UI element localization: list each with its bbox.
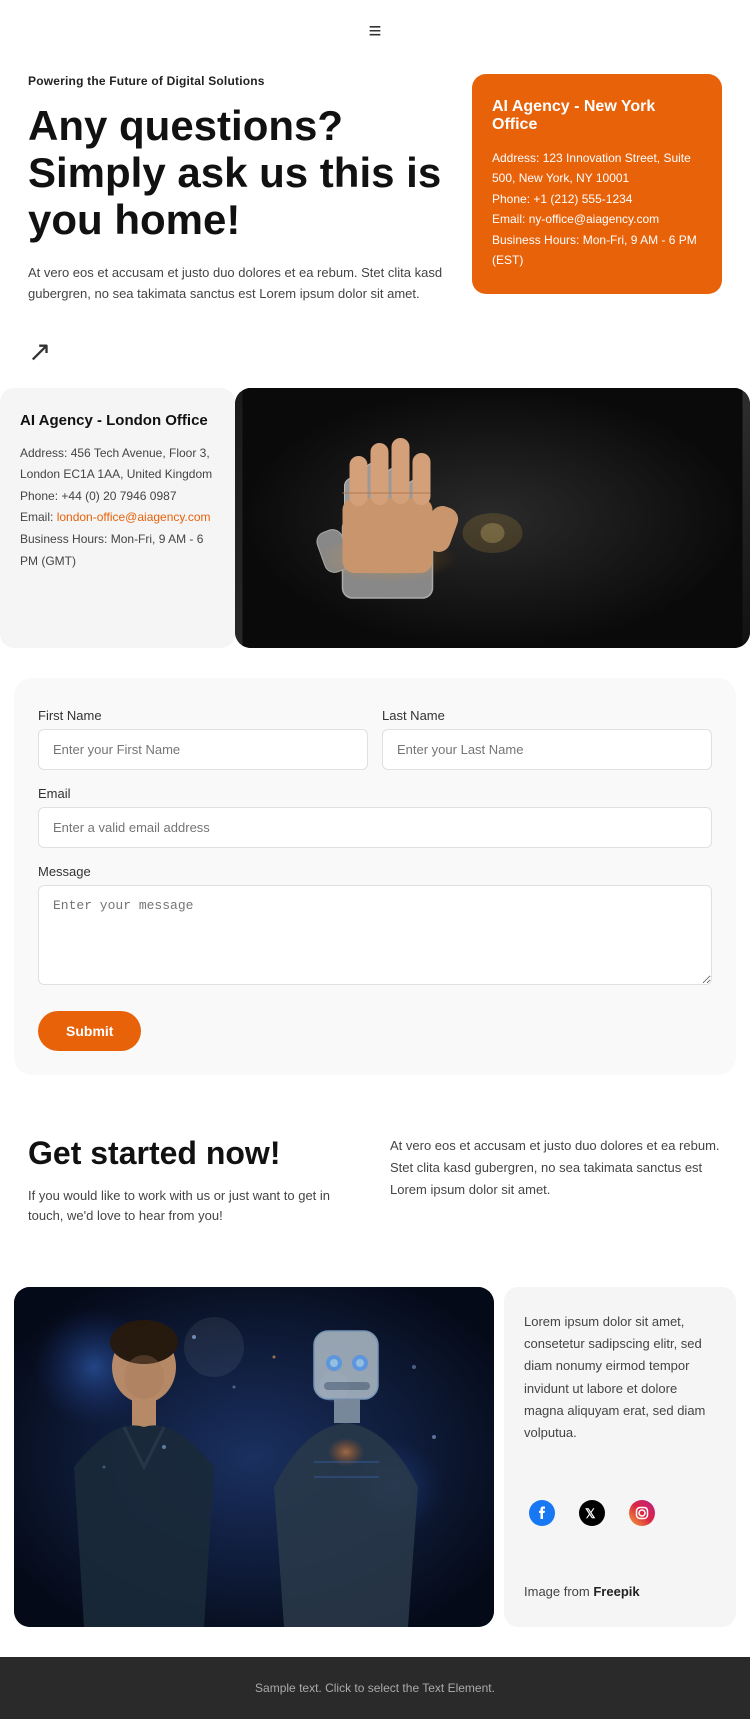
ny-office-card: AI Agency - New York Office Address: 123… — [472, 74, 722, 294]
footer-text: Sample text. Click to select the Text El… — [24, 1681, 726, 1695]
get-started-left-text: If you would like to work with us or jus… — [28, 1186, 360, 1228]
bottom-card-text: Lorem ipsum dolor sit amet, consetetur s… — [524, 1311, 716, 1444]
get-started-section: Get started now! If you would like to wo… — [0, 1095, 750, 1248]
ny-office-title: AI Agency - New York Office — [492, 98, 702, 134]
navigation: ≡ — [0, 0, 750, 54]
last-name-group: Last Name — [382, 708, 712, 770]
ai-human-svg — [14, 1287, 494, 1627]
social-icons-row: 𝕏 — [524, 1495, 716, 1531]
freepik-credit: Image from Freepik — [524, 1581, 716, 1603]
get-started-right-text: At vero eos et accusam et justo duo dolo… — [390, 1135, 722, 1201]
ny-office-details: Address: 123 Innovation Street, Suite 50… — [492, 148, 702, 270]
get-started-heading: Get started now! — [28, 1135, 360, 1172]
hero-description: At vero eos et accusam et justo duo dolo… — [28, 263, 452, 305]
message-textarea[interactable] — [38, 885, 712, 985]
email-label: Email — [38, 786, 712, 801]
svg-text:𝕏: 𝕏 — [585, 1506, 596, 1521]
ai-human-image — [14, 1287, 494, 1627]
first-name-input[interactable] — [38, 729, 368, 770]
x-twitter-icon[interactable]: 𝕏 — [574, 1495, 610, 1531]
hero-tagline: Powering the Future of Digital Solutions — [28, 74, 452, 88]
london-office-title: AI Agency - London Office — [20, 412, 215, 429]
bottom-section: Lorem ipsum dolor sit amet, consetetur s… — [0, 1267, 750, 1637]
freepik-brand: Freepik — [593, 1584, 639, 1599]
london-office-card: AI Agency - London Office Address: 456 T… — [0, 388, 235, 648]
email-group: Email — [38, 786, 712, 848]
facebook-icon[interactable] — [524, 1495, 560, 1531]
first-name-group: First Name — [38, 708, 368, 770]
message-group: Message — [38, 864, 712, 985]
hamburger-icon[interactable]: ≡ — [369, 18, 382, 44]
london-email-link[interactable]: london-office@aiagency.com — [57, 510, 211, 524]
london-office-details: Address: 456 Tech Avenue, Floor 3, Londo… — [20, 443, 215, 573]
arrow-icon[interactable]: ↗ — [28, 335, 51, 368]
hero-left: Powering the Future of Digital Solutions… — [28, 74, 452, 368]
bottom-right-card: Lorem ipsum dolor sit amet, consetetur s… — [504, 1287, 736, 1627]
hero-heading: Any questions? Simply ask us this is you… — [28, 102, 452, 243]
last-name-label: Last Name — [382, 708, 712, 723]
offices-row: AI Agency - London Office Address: 456 T… — [0, 378, 750, 658]
hero-section: Powering the Future of Digital Solutions… — [0, 54, 750, 378]
robot-hands-image — [235, 388, 750, 648]
robot-hands-svg — [235, 388, 750, 648]
contact-form-section: First Name Last Name Email Message Submi… — [14, 678, 736, 1075]
name-row: First Name Last Name — [38, 708, 712, 770]
submit-button[interactable]: Submit — [38, 1011, 141, 1051]
get-started-left: Get started now! If you would like to wo… — [28, 1135, 360, 1228]
instagram-icon[interactable] — [624, 1495, 660, 1531]
last-name-input[interactable] — [382, 729, 712, 770]
get-started-right: At vero eos et accusam et justo duo dolo… — [390, 1135, 722, 1201]
email-input[interactable] — [38, 807, 712, 848]
message-label: Message — [38, 864, 712, 879]
first-name-label: First Name — [38, 708, 368, 723]
footer: Sample text. Click to select the Text El… — [0, 1657, 750, 1719]
bottom-image-inner — [14, 1287, 494, 1627]
